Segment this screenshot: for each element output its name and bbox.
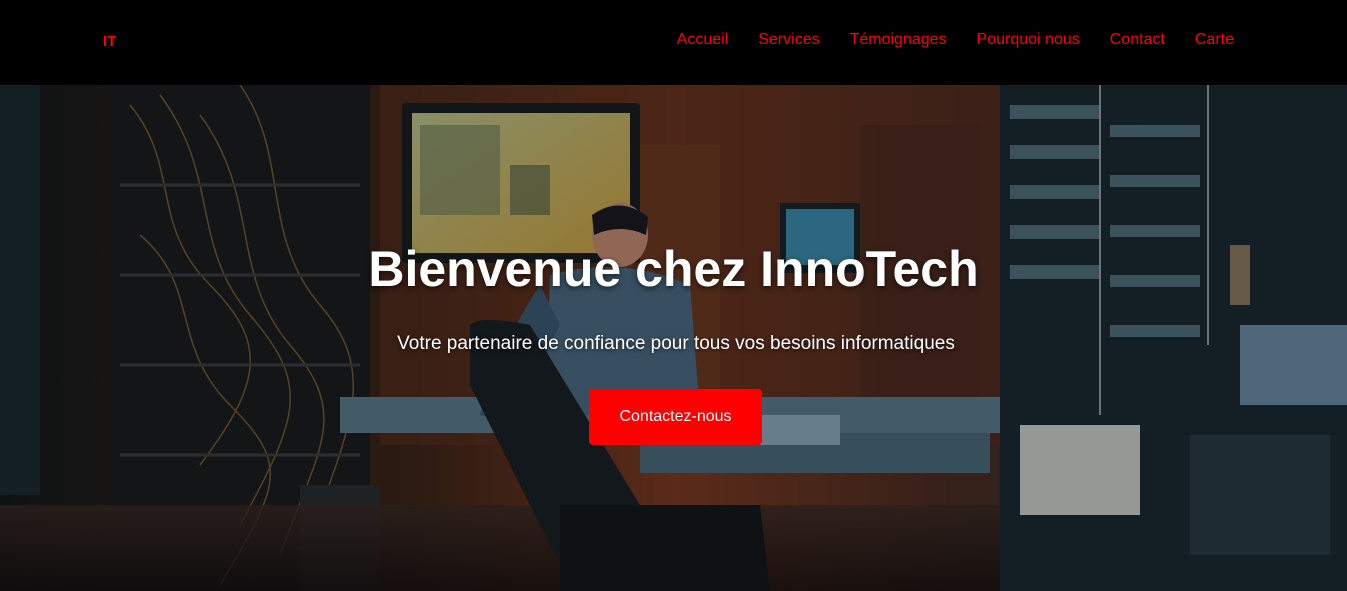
navbar: IT Accueil Services Témoignages Pourquoi… bbox=[0, 0, 1347, 85]
nav-link-carte[interactable]: Carte bbox=[1195, 31, 1234, 48]
logo[interactable]: IT bbox=[103, 33, 116, 50]
hero-section: Bienvenue chez InnoTech Votre partenaire… bbox=[0, 85, 1347, 591]
hero-title: Bienvenue chez InnoTech bbox=[368, 241, 979, 297]
nav-menu: Accueil Services Témoignages Pourquoi no… bbox=[677, 31, 1234, 49]
contact-cta-button[interactable]: Contactez-nous bbox=[589, 389, 762, 445]
hero-subtitle: Votre partenaire de confiance pour tous … bbox=[397, 333, 955, 354]
hero-content: Bienvenue chez InnoTech Votre partenaire… bbox=[0, 85, 1347, 591]
nav-link-temoignages[interactable]: Témoignages bbox=[850, 31, 947, 48]
nav-link-services[interactable]: Services bbox=[758, 31, 819, 48]
nav-link-contact[interactable]: Contact bbox=[1110, 31, 1165, 48]
nav-link-accueil[interactable]: Accueil bbox=[677, 31, 729, 48]
nav-link-pourquoi-nous[interactable]: Pourquoi nous bbox=[977, 31, 1080, 48]
